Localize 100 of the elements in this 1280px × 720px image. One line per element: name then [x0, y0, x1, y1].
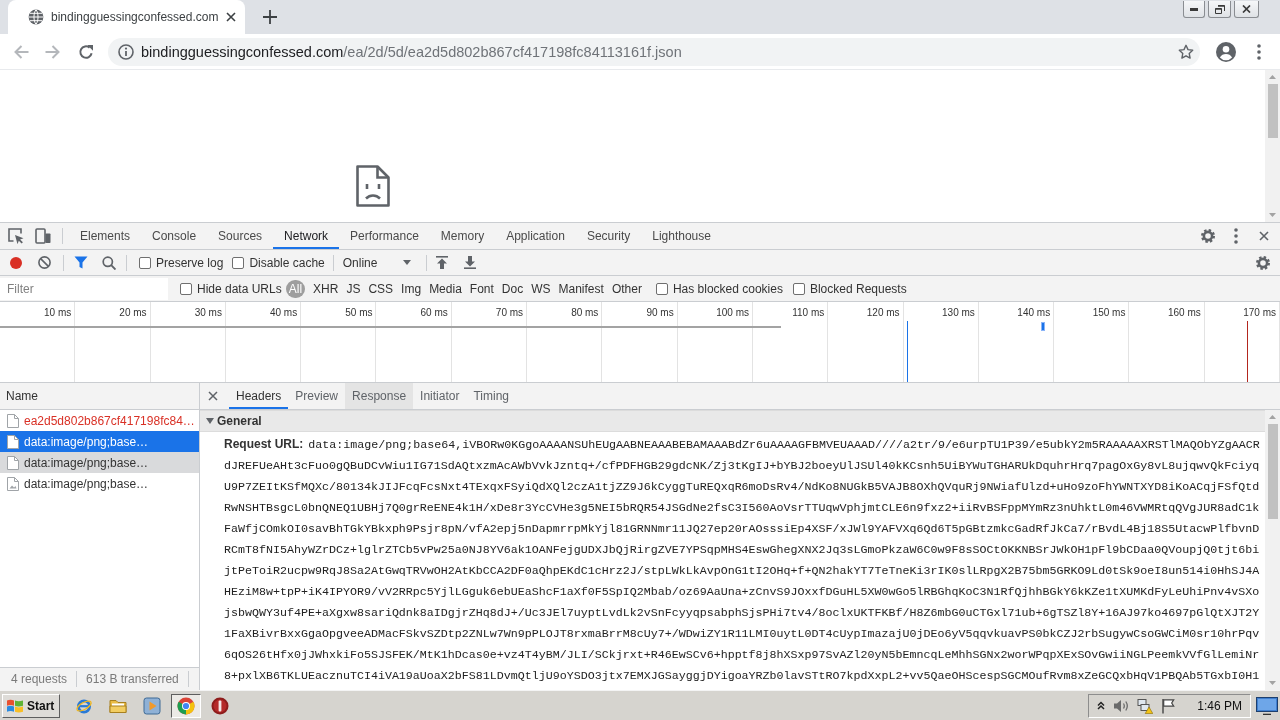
- panel-tab[interactable]: Memory: [429, 223, 496, 249]
- type-filter[interactable]: XHR: [309, 280, 343, 297]
- download-icon[interactable]: [463, 256, 476, 269]
- type-filter[interactable]: Manifest: [554, 280, 608, 297]
- type-filter[interactable]: Other: [607, 280, 646, 297]
- tick-label: 70 ms: [495, 307, 524, 318]
- checkbox[interactable]: [655, 282, 668, 295]
- image-file-icon: [7, 476, 19, 491]
- browser-tab[interactable]: bindingguessingconfessed.com: [8, 0, 245, 34]
- checkbox[interactable]: [792, 282, 805, 295]
- plus-icon[interactable]: [263, 10, 277, 24]
- tick-label: 90 ms: [646, 307, 674, 318]
- load-line: [1246, 321, 1248, 382]
- window-close-button[interactable]: [1234, 1, 1259, 18]
- network-icon[interactable]: [1137, 697, 1154, 714]
- record-icon[interactable]: [10, 256, 22, 269]
- person-circle-icon[interactable]: [1216, 41, 1236, 62]
- checkbox-label[interactable]: Disable cache: [249, 255, 325, 270]
- funnel-icon[interactable]: [74, 256, 88, 269]
- checkbox-label[interactable]: Preserve log: [156, 255, 224, 270]
- checkbox[interactable]: [139, 256, 151, 269]
- panel-tab[interactable]: Sources: [207, 223, 274, 249]
- section-header[interactable]: General: [200, 410, 1265, 432]
- checkbox-label[interactable]: Hide data URLs: [197, 281, 282, 296]
- type-filter[interactable]: CSS: [364, 280, 398, 297]
- address-bar[interactable]: bindingguessingconfessed.com/ea/2d/5d/ea2d5d802b867cf417198fc84113161f.json: [108, 37, 1200, 66]
- tick-label: 20 ms: [119, 307, 147, 318]
- circle-slash-icon[interactable]: [38, 256, 51, 269]
- details-tab[interactable]: Initiator: [413, 383, 467, 409]
- filter-input[interactable]: Filter: [0, 277, 168, 300]
- request-row[interactable]: data:image/png;base…: [0, 452, 199, 473]
- request-row[interactable]: data:image/png;base…: [0, 431, 199, 452]
- desktop-icon[interactable]: [1256, 696, 1278, 715]
- tick-label: 160 ms: [1167, 307, 1201, 318]
- globe-icon: [28, 9, 44, 25]
- settings-icon[interactable]: [1200, 228, 1216, 244]
- tick-label: 110 ms: [792, 307, 825, 318]
- details-tab[interactable]: Preview: [288, 383, 346, 409]
- dom-content-loaded-line: [907, 321, 908, 382]
- details-tab[interactable]: Timing: [466, 383, 516, 409]
- panel-tab[interactable]: Security: [575, 223, 642, 249]
- restore-icon: [1214, 4, 1225, 14]
- type-filter[interactable]: WS: [527, 280, 555, 297]
- close-icon[interactable]: [226, 12, 236, 22]
- document-icon: [7, 455, 19, 470]
- request-marker: [1040, 322, 1045, 331]
- scrollbar-thumb[interactable]: [1267, 84, 1278, 138]
- search-icon[interactable]: [102, 255, 116, 270]
- scrollbar[interactable]: [1265, 410, 1280, 690]
- type-filter[interactable]: Img: [397, 280, 426, 297]
- scrollbar-thumb[interactable]: [1267, 424, 1278, 519]
- scrollbar[interactable]: [1265, 70, 1280, 222]
- info-icon[interactable]: [118, 43, 134, 60]
- panel-tab[interactable]: Lighthouse: [641, 223, 722, 249]
- upload-icon[interactable]: [435, 256, 448, 269]
- details-tab[interactable]: Response: [345, 383, 414, 409]
- start-button[interactable]: Start: [2, 693, 61, 718]
- checkbox-label[interactable]: Blocked Requests: [809, 281, 907, 296]
- document-icon: [7, 434, 19, 449]
- panel-tab[interactable]: Elements: [69, 223, 142, 249]
- clock[interactable]: 1:46 PM: [1197, 698, 1242, 713]
- checkbox-label[interactable]: Has blocked cookies: [672, 281, 783, 296]
- cursor-box-icon[interactable]: [8, 228, 24, 244]
- minimize-icon: [1190, 7, 1198, 11]
- checkbox[interactable]: [232, 256, 245, 269]
- restore-button[interactable]: [1208, 1, 1231, 18]
- minimize-button[interactable]: [1183, 1, 1205, 18]
- status-text: 4 requests: [11, 672, 68, 686]
- tick-label: 30 ms: [194, 307, 222, 318]
- panel-tab[interactable]: Console: [141, 223, 208, 249]
- checkbox[interactable]: [180, 282, 192, 295]
- panel-tab[interactable]: Performance: [339, 223, 430, 249]
- devices-icon[interactable]: [35, 228, 51, 244]
- menu-icon[interactable]: [1257, 43, 1261, 60]
- type-filter[interactable]: Media: [425, 280, 466, 297]
- tick-label: 150 ms: [1092, 307, 1126, 318]
- menu-icon[interactable]: [1234, 228, 1238, 244]
- speaker-icon[interactable]: [1113, 697, 1130, 714]
- close-icon[interactable]: [1259, 231, 1269, 241]
- throttling-dropdown[interactable]: Online: [338, 252, 415, 273]
- tick-label: 140 ms: [1017, 307, 1051, 318]
- panel-tab[interactable]: Application: [495, 223, 576, 249]
- status-text: 613 B transferred: [86, 672, 179, 686]
- flag-icon[interactable]: [1161, 697, 1176, 714]
- type-filter[interactable]: Doc: [497, 280, 528, 297]
- close-icon: [1242, 5, 1251, 13]
- type-filter[interactable]: JS: [342, 280, 365, 297]
- chevron-up-icon[interactable]: [1097, 701, 1106, 710]
- tick-label: 10 ms: [44, 307, 72, 318]
- segmented-circle-icon: [177, 696, 196, 715]
- column-header[interactable]: Name: [0, 383, 199, 410]
- star-icon[interactable]: [1178, 43, 1194, 60]
- type-filter[interactable]: Font: [465, 280, 498, 297]
- close-icon[interactable]: [208, 391, 218, 401]
- settings-icon[interactable]: [1255, 254, 1271, 271]
- tick-label: 80 ms: [571, 307, 599, 318]
- tick-label: 170 ms: [1243, 307, 1277, 318]
- sad-page-icon: [356, 165, 390, 207]
- taskbar-button[interactable]: [171, 693, 202, 718]
- reload-icon[interactable]: [78, 43, 94, 60]
